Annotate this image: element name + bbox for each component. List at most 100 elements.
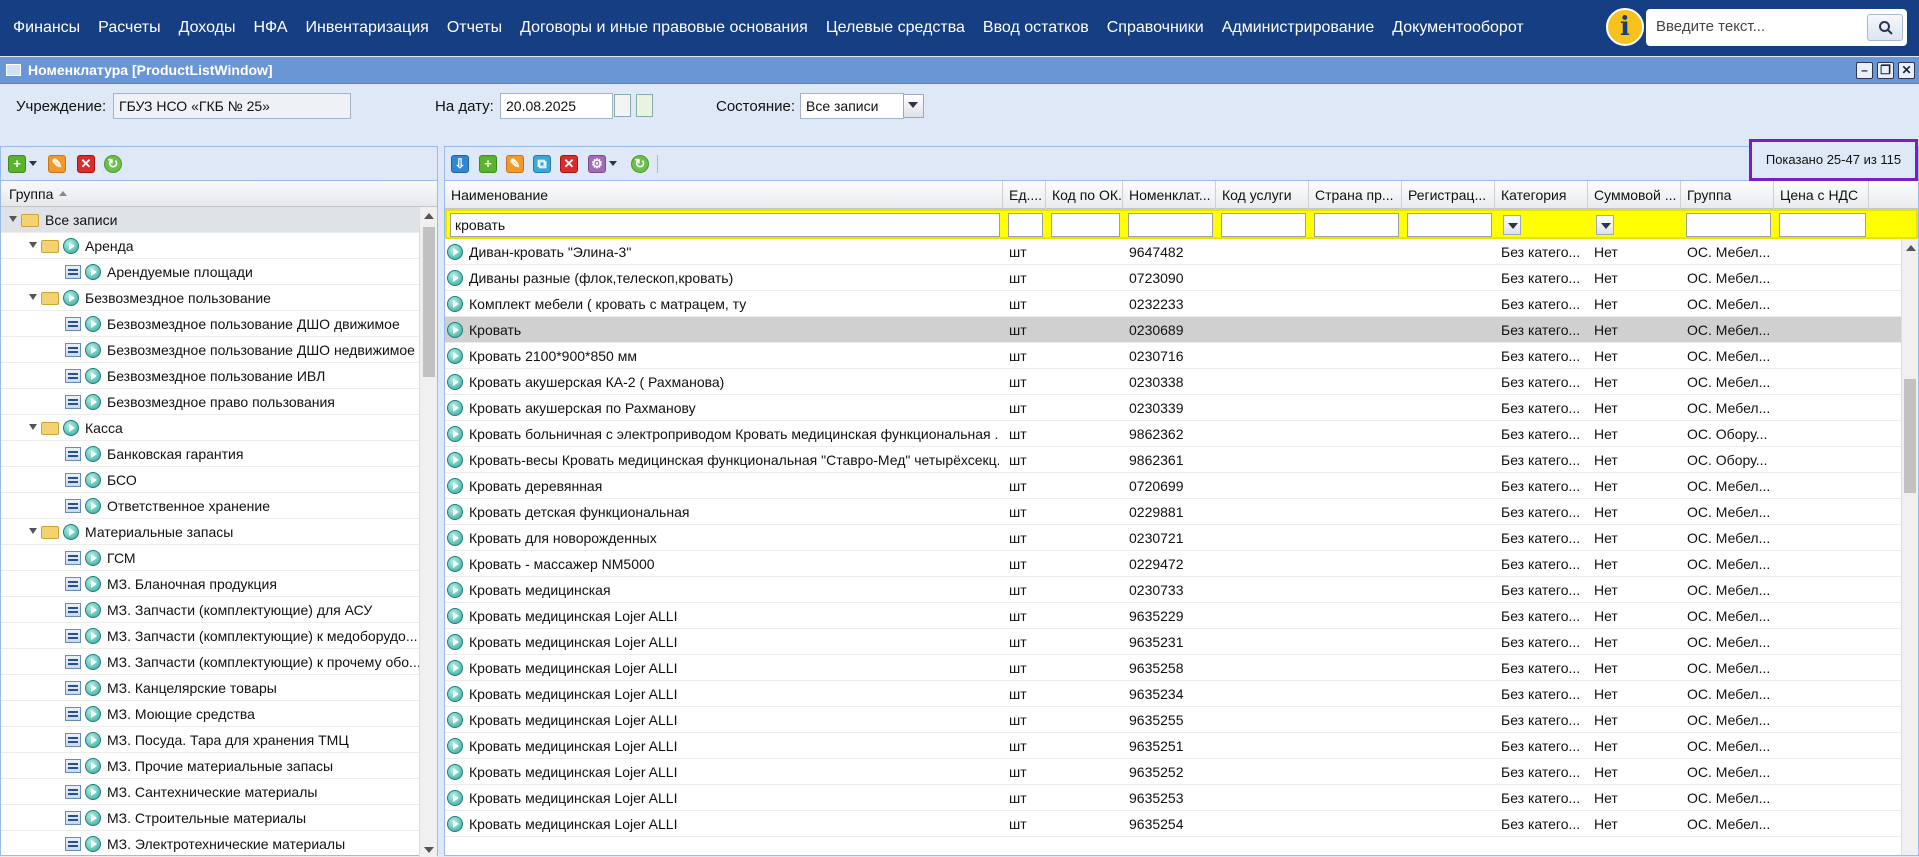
menu-item[interactable]: Финансы bbox=[13, 19, 80, 37]
refresh-icon[interactable]: ↻ bbox=[631, 155, 649, 173]
table-row[interactable]: Кровать медицинская Lojer ALLI шт 9635254 Б… bbox=[445, 811, 1901, 837]
calendar-icon[interactable] bbox=[614, 94, 631, 117]
tree-node[interactable]: Касса bbox=[1, 415, 419, 441]
table-row[interactable]: Кровать медицинская Lojer ALLI шт 9635255 Б… bbox=[445, 707, 1901, 733]
delete-icon[interactable]: ✕ bbox=[77, 155, 95, 173]
tree-node[interactable]: Материальные запасы bbox=[1, 519, 419, 545]
table-row[interactable]: Кровать 2100*900*850 мм шт 0230716 Без кате… bbox=[445, 343, 1901, 369]
tree-node[interactable]: МЗ. Посуда. Тара для хранения ТМЦ bbox=[1, 727, 419, 753]
tree-node[interactable]: Безвозмездное пользование ДШО движимое bbox=[1, 311, 419, 337]
open-record-icon[interactable] bbox=[447, 608, 463, 624]
open-record-icon[interactable] bbox=[447, 296, 463, 312]
grid-scroll-thumb[interactable] bbox=[1904, 379, 1916, 493]
open-record-icon[interactable] bbox=[85, 368, 101, 384]
add-icon[interactable]: + bbox=[479, 155, 497, 173]
open-record-icon[interactable] bbox=[85, 732, 101, 748]
scroll-down-icon[interactable] bbox=[424, 847, 434, 853]
column-filter-input[interactable] bbox=[1314, 213, 1399, 237]
column-header[interactable]: Номенклат... bbox=[1123, 181, 1216, 209]
open-record-icon[interactable] bbox=[85, 758, 101, 774]
open-record-icon[interactable] bbox=[447, 452, 463, 468]
table-row[interactable]: Кровать медицинская Lojer ALLI шт 9635229 Б… bbox=[445, 603, 1901, 629]
menu-item[interactable]: Справочники bbox=[1107, 19, 1204, 37]
open-record-icon[interactable] bbox=[63, 290, 79, 306]
tree-node[interactable]: Ответственное хранение bbox=[1, 493, 419, 519]
open-record-icon[interactable] bbox=[447, 790, 463, 806]
open-record-icon[interactable] bbox=[447, 556, 463, 572]
column-filter-input[interactable] bbox=[1686, 213, 1771, 237]
tree-scrollbar[interactable] bbox=[419, 207, 437, 857]
column-header[interactable]: Регистрац... bbox=[1402, 181, 1495, 209]
tree-node[interactable]: МЗ. Прочие материальные запасы bbox=[1, 753, 419, 779]
open-record-icon[interactable] bbox=[85, 498, 101, 514]
tree-node[interactable]: Безвозмездное пользование ДШО недвижимое bbox=[1, 337, 419, 363]
table-row[interactable]: Кровать акушерская по Рахманову шт 0230339… bbox=[445, 395, 1901, 421]
open-record-icon[interactable] bbox=[63, 420, 79, 436]
open-record-icon[interactable] bbox=[85, 680, 101, 696]
tree-node[interactable]: МЗ. Бланочная продукция bbox=[1, 571, 419, 597]
expand-icon[interactable] bbox=[29, 242, 37, 248]
tree-node[interactable]: МЗ. Запчасти (комплектующие) к медоборуд… bbox=[1, 623, 419, 649]
open-record-icon[interactable] bbox=[85, 810, 101, 826]
search-button[interactable] bbox=[1867, 14, 1903, 41]
tree-node[interactable]: Безвозмездное пользование bbox=[1, 285, 419, 311]
table-row[interactable]: Кровать-весы Кровать медицинская функцио… bbox=[445, 447, 1901, 473]
tree-node[interactable]: МЗ. Строительные материалы bbox=[1, 805, 419, 831]
open-record-icon[interactable] bbox=[447, 530, 463, 546]
chevron-down-icon[interactable] bbox=[1503, 215, 1521, 235]
state-select[interactable]: Все записи bbox=[800, 93, 904, 119]
edit-icon[interactable]: ✎ bbox=[506, 155, 524, 173]
open-record-icon[interactable] bbox=[63, 524, 79, 540]
menu-item[interactable]: Отчеты bbox=[447, 19, 502, 37]
tree-node[interactable]: МЗ. Сантехнические материалы bbox=[1, 779, 419, 805]
open-record-icon[interactable] bbox=[85, 316, 101, 332]
open-record-icon[interactable] bbox=[447, 816, 463, 832]
tree-node[interactable]: Банковская гарантия bbox=[1, 441, 419, 467]
open-record-icon[interactable] bbox=[85, 342, 101, 358]
column-filter-input[interactable] bbox=[1128, 213, 1213, 237]
open-record-icon[interactable] bbox=[447, 244, 463, 260]
tree-node[interactable]: МЗ. Моющие средства bbox=[1, 701, 419, 727]
menu-item[interactable]: Инвентаризация bbox=[306, 19, 429, 37]
column-header[interactable]: Код по ОК... bbox=[1046, 181, 1123, 209]
column-filter-input[interactable] bbox=[1051, 213, 1120, 237]
tree-node[interactable]: МЗ. Электротехнические материалы bbox=[1, 831, 419, 857]
open-record-icon[interactable] bbox=[447, 660, 463, 676]
table-row[interactable]: Кровать медицинская Lojer ALLI шт 9635252 Б… bbox=[445, 759, 1901, 785]
column-header[interactable]: Цена с НДС bbox=[1774, 181, 1869, 209]
tree-node[interactable]: Безвозмездное право пользования bbox=[1, 389, 419, 415]
table-row[interactable]: Кровать акушерская КА-2 ( Рахманова) шт 02… bbox=[445, 369, 1901, 395]
table-row[interactable]: Кровать больничная с электроприводом Кро… bbox=[445, 421, 1901, 447]
column-header[interactable]: Страна пр... bbox=[1309, 181, 1402, 209]
column-header[interactable]: Группа bbox=[1681, 181, 1774, 209]
chevron-down-icon[interactable] bbox=[903, 94, 924, 118]
menu-item[interactable]: Администрирование bbox=[1222, 19, 1375, 37]
open-record-icon[interactable] bbox=[447, 322, 463, 338]
table-row[interactable]: Кровать шт 0230689 Без катего... Нет ОС. Мебе… bbox=[445, 317, 1901, 343]
menu-item[interactable]: НФА bbox=[254, 19, 288, 37]
minimize-button[interactable]: – bbox=[1856, 62, 1873, 79]
column-header[interactable]: Категория bbox=[1495, 181, 1588, 209]
menu-item[interactable]: Доходы bbox=[179, 19, 236, 37]
institution-field[interactable]: ГБУЗ НСО «ГКБ № 25» bbox=[113, 93, 351, 119]
column-filter-input[interactable] bbox=[1407, 213, 1492, 237]
table-row[interactable]: Кровать детская функциональная шт 0229881 Б… bbox=[445, 499, 1901, 525]
tree-node[interactable]: БСО bbox=[1, 467, 419, 493]
open-record-icon[interactable] bbox=[447, 686, 463, 702]
open-record-icon[interactable] bbox=[447, 712, 463, 728]
column-header[interactable]: Ед.... bbox=[1003, 181, 1046, 209]
expand-icon[interactable] bbox=[29, 528, 37, 534]
add-icon[interactable]: + bbox=[8, 155, 26, 173]
expand-icon[interactable] bbox=[29, 294, 37, 300]
column-header[interactable]: Суммовой ... bbox=[1588, 181, 1681, 209]
table-row[interactable]: Кровать для новорожденных шт 0230721 Без ка… bbox=[445, 525, 1901, 551]
column-header[interactable]: Код услуги bbox=[1216, 181, 1309, 209]
open-record-icon[interactable] bbox=[85, 654, 101, 670]
table-row[interactable]: Диваны разные (флок,телескоп,кровать) шт 0… bbox=[445, 265, 1901, 291]
calendar-refresh-icon[interactable] bbox=[636, 94, 653, 117]
table-row[interactable]: Кровать медицинская Lojer ALLI шт 9635231 Б… bbox=[445, 629, 1901, 655]
table-row[interactable]: Кровать медицинская шт 0230733 Без катего..… bbox=[445, 577, 1901, 603]
date-field[interactable]: 20.08.2025 bbox=[500, 93, 613, 119]
table-row[interactable]: Кровать медицинская Lojer ALLI шт 9635251 Б… bbox=[445, 733, 1901, 759]
maximize-button[interactable]: ❐ bbox=[1877, 62, 1894, 79]
